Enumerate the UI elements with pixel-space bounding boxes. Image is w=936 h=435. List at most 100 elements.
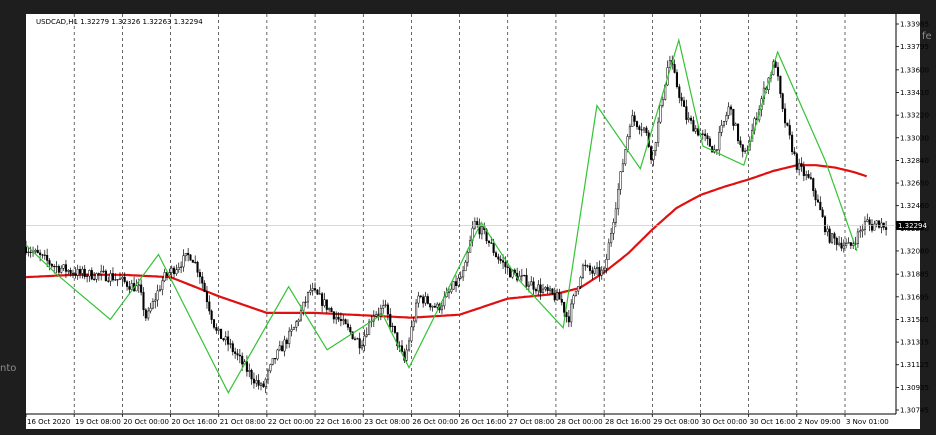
y-tick-label: 1.31315 — [900, 339, 929, 347]
candle-body — [358, 338, 361, 349]
y-tick-label: 1.31505 — [900, 316, 929, 324]
candle-body — [241, 355, 244, 365]
candle-body — [605, 259, 608, 269]
candle-body — [382, 305, 385, 309]
candle-body — [278, 345, 281, 351]
candle-body — [36, 249, 39, 254]
x-tick-label: 2 Nov 09:00 — [798, 418, 841, 426]
candle-body — [776, 67, 780, 77]
candle-body — [222, 338, 225, 341]
candle-body — [654, 142, 657, 151]
candle-body — [560, 299, 563, 303]
candle-body — [365, 334, 368, 337]
candle-body — [215, 327, 218, 331]
candle-body — [626, 136, 629, 150]
candle-body — [309, 290, 312, 293]
candle-body — [46, 254, 49, 261]
candle-body — [158, 289, 161, 292]
candle-body — [650, 146, 653, 160]
candle-body — [875, 220, 878, 225]
x-tick-label: 21 Oct 08:00 — [220, 418, 266, 426]
candle-body — [506, 266, 509, 269]
candle-body — [682, 100, 686, 107]
candle-body — [118, 278, 122, 280]
candle-body — [182, 255, 185, 268]
candle-body — [523, 274, 526, 277]
candle-body — [704, 133, 707, 137]
candle-body — [450, 288, 453, 293]
candle-body — [812, 178, 815, 191]
candle-body — [248, 370, 251, 372]
candle-body — [126, 281, 129, 287]
candle-body — [60, 267, 63, 273]
candle-body — [840, 242, 843, 249]
candle-body — [288, 330, 291, 344]
candle-body — [64, 264, 68, 272]
candle-body — [546, 287, 549, 291]
candle-body — [866, 219, 869, 222]
candle-body — [201, 276, 204, 284]
candle-body — [220, 328, 223, 339]
candle-body — [281, 345, 284, 352]
candle-body — [701, 133, 704, 135]
candle-body — [819, 201, 822, 211]
candle-body — [816, 199, 820, 203]
candle-body — [267, 370, 270, 380]
chart-header: USDCAD,H1 1.32279 1.32326 1.32263 1.3229… — [36, 18, 203, 26]
current-price-label: 1.32294 — [898, 222, 927, 230]
y-tick-label: 1.33030 — [900, 134, 929, 142]
y-tick-label: 1.33985 — [900, 21, 929, 29]
candle-body — [332, 311, 335, 320]
candle-body — [149, 307, 152, 312]
x-tick-label: 27 Oct 08:00 — [509, 418, 555, 426]
candle-body — [708, 138, 711, 147]
candle-body — [786, 122, 789, 126]
y-tick-label: 1.32650 — [900, 180, 929, 188]
candle-body — [259, 383, 263, 386]
y-tick-label: 1.32840 — [900, 157, 929, 165]
candle-body — [591, 270, 594, 274]
candle-body — [173, 267, 176, 275]
candle-body — [852, 243, 855, 246]
candle-body — [217, 328, 220, 331]
candle-body — [459, 276, 462, 279]
candle-body — [422, 296, 425, 304]
y-tick-label: 1.33410 — [900, 89, 929, 97]
candle-body — [807, 174, 810, 178]
candle-body — [321, 293, 324, 306]
candle-body — [833, 233, 836, 239]
candle-body — [55, 266, 58, 268]
candle-body — [823, 216, 827, 233]
candle-body — [849, 242, 852, 246]
candle-body — [720, 124, 723, 133]
candle-body — [405, 349, 408, 361]
candle-body — [163, 272, 166, 282]
y-tick-label: 1.33795 — [900, 43, 929, 51]
right-panel-fragment: fe — [922, 31, 932, 42]
y-tick-label: 1.32460 — [900, 202, 929, 210]
candle-body — [107, 280, 110, 282]
candle-body — [842, 245, 845, 249]
candle-body — [617, 189, 620, 210]
candle-body — [62, 264, 65, 269]
candle-body — [349, 327, 352, 333]
candle-body — [104, 270, 107, 282]
candle-body — [245, 361, 248, 372]
candle-body — [880, 222, 883, 228]
candle-body — [356, 338, 359, 340]
candle-body — [563, 302, 566, 313]
candle-body — [831, 233, 834, 243]
candle-body — [793, 151, 796, 155]
candle-body — [692, 120, 695, 132]
candle-body — [86, 275, 89, 277]
candle-body — [504, 262, 507, 268]
candle-body — [567, 316, 570, 323]
candle-body — [734, 123, 737, 126]
candle-body — [81, 268, 84, 274]
candle-body — [393, 325, 396, 333]
candle-body — [784, 108, 787, 124]
candle-body — [551, 288, 554, 294]
candle-body — [596, 267, 599, 269]
candle-body — [88, 270, 91, 277]
candle-body — [83, 268, 86, 277]
